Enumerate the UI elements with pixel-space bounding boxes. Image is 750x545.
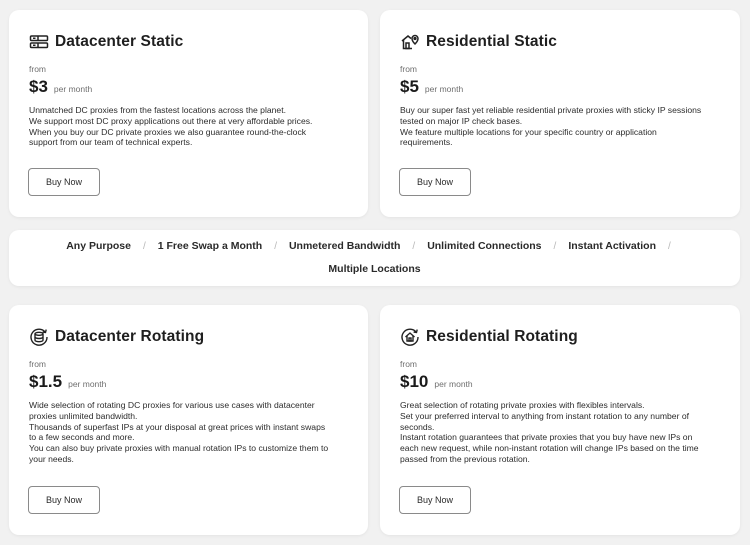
description-line: Thousands of superfast IPs at your dispo… xyxy=(29,421,326,432)
price-row: $10 per month xyxy=(400,372,720,392)
feature-separator: / xyxy=(668,240,671,252)
plan-price: $5 xyxy=(400,77,419,96)
plan-card-datacenter-static: Datacenter Static from $3 per month Unma… xyxy=(9,10,368,217)
buy-now-button[interactable]: Buy Now xyxy=(399,168,471,196)
plan-description: Unmatched DC proxies from the fastest lo… xyxy=(29,105,348,148)
features-bar: Any Purpose / 1 Free Swap a Month / Unme… xyxy=(9,230,740,286)
description-line: When you buy our DC private proxies we a… xyxy=(29,126,307,137)
description-line: to a few seconds and more. xyxy=(29,432,135,443)
plan-price: $1.5 xyxy=(29,372,63,391)
per-month-label: per month xyxy=(68,379,107,389)
plan-title-row: Datacenter Static xyxy=(29,32,348,52)
database-rotate-icon xyxy=(29,327,49,347)
plan-title-row: Residential Rotating xyxy=(400,327,720,347)
description-line: Set your preferred interval to anything … xyxy=(400,410,689,421)
from-label: from xyxy=(29,64,46,74)
feature-item: Instant Activation xyxy=(568,240,657,252)
price-row: $3 per month xyxy=(29,77,348,97)
description-line: We support most DC proxy applications ou… xyxy=(29,115,313,126)
from-label: from xyxy=(29,359,46,369)
description-line: each new request, while non-instant rota… xyxy=(400,443,699,454)
description-line: Wide selection of rotating DC proxies fo… xyxy=(29,400,315,410)
from-label: from xyxy=(400,64,417,74)
buy-now-button[interactable]: Buy Now xyxy=(28,168,100,196)
description-line: Buy our super fast yet reliable resident… xyxy=(400,105,702,115)
feature-separator: / xyxy=(142,240,146,252)
price-row: $1.5 per month xyxy=(29,372,348,392)
house-rotate-icon xyxy=(400,327,420,347)
description-line: Unmatched DC proxies from the fastest lo… xyxy=(29,105,286,115)
per-month-label: per month xyxy=(424,84,464,94)
plan-price: $10 xyxy=(400,372,429,391)
description-line: support from our team of technical exper… xyxy=(29,137,193,148)
feature-item: Unlimited Connections xyxy=(427,240,542,252)
house-pin-icon xyxy=(400,32,420,52)
plan-title-row: Datacenter Rotating xyxy=(29,327,348,347)
plan-title: Residential Rotating xyxy=(426,328,578,345)
description-line: Instant rotation guarantees that private… xyxy=(400,432,693,443)
plan-card-residential-static: Residential Static from $5 per month Buy… xyxy=(380,10,740,217)
plan-price: $3 xyxy=(29,77,48,96)
buy-now-button[interactable]: Buy Now xyxy=(399,486,471,514)
feature-item: 1 Free Swap a Month xyxy=(157,240,263,252)
plan-title: Residential Static xyxy=(426,33,558,50)
per-month-label: per month xyxy=(53,84,93,94)
plan-title: Datacenter Rotating xyxy=(55,328,205,345)
plan-title: Datacenter Static xyxy=(55,33,184,50)
description-line: tested on major IP check bases. xyxy=(400,115,523,126)
description-line: proxies unlimited bandwidth. xyxy=(29,410,138,421)
server-icon xyxy=(29,32,49,52)
features-row: Any Purpose / 1 Free Swap a Month / Unme… xyxy=(9,240,740,252)
features-row: Multiple Locations xyxy=(9,263,740,275)
description-line: passed from the previous rotation. xyxy=(400,453,530,464)
feature-item: Unmetered Bandwidth xyxy=(288,240,401,252)
plan-card-datacenter-rotating: Datacenter Rotating from $1.5 per month … xyxy=(9,305,368,535)
description-line: You can also buy private proxies with ma… xyxy=(29,443,329,454)
plan-description: Buy our super fast yet reliable resident… xyxy=(400,105,720,148)
feature-separator: / xyxy=(274,240,277,252)
plan-title-row: Residential Static xyxy=(400,32,720,52)
description-line: We feature multiple locations for your s… xyxy=(400,126,657,137)
description-line: Great selection of rotating private prox… xyxy=(400,400,645,410)
feature-separator: / xyxy=(553,240,557,252)
description-line: requirements. xyxy=(400,137,453,148)
feature-item: Multiple Locations xyxy=(328,263,421,275)
plan-description: Great selection of rotating private prox… xyxy=(400,400,720,465)
per-month-label: per month xyxy=(434,379,473,389)
feature-item: Any Purpose xyxy=(66,240,131,252)
buy-now-button[interactable]: Buy Now xyxy=(28,486,100,514)
description-line: seconds. xyxy=(400,421,435,432)
plan-card-residential-rotating: Residential Rotating from $10 per month … xyxy=(380,305,740,535)
description-line: your needs. xyxy=(29,453,74,464)
price-row: $5 per month xyxy=(400,77,720,97)
from-label: from xyxy=(400,359,417,369)
plan-description: Wide selection of rotating DC proxies fo… xyxy=(29,400,348,465)
feature-separator: / xyxy=(412,240,416,252)
